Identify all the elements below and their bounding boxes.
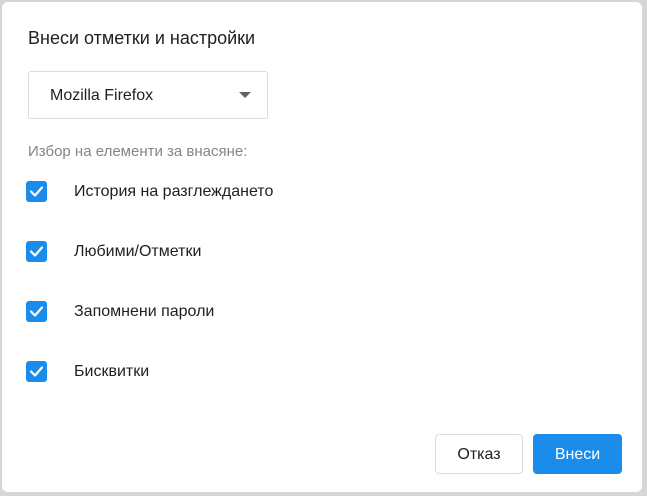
dialog-title: Внеси отметки и настройки [28,28,256,48]
cancel-button[interactable]: Отказ [435,434,523,474]
history-label: История на разглеждането [74,183,274,200]
checkmark-icon [29,186,44,197]
browser-select-value: Mozilla Firefox [50,87,154,104]
cookies-checkbox[interactable] [26,361,47,382]
chevron-down-icon [239,92,251,98]
checkbox-row-cookies[interactable]: Бисквитки [26,361,426,385]
checkbox-row-favorites[interactable]: Любими/Отметки [26,241,426,265]
browser-select[interactable]: Mozilla Firefox [28,71,268,119]
history-checkbox[interactable] [26,181,47,202]
cookies-label: Бисквитки [74,363,150,380]
favorites-checkbox[interactable] [26,241,47,262]
import-button[interactable]: Внеси [533,434,622,474]
checkmark-icon [29,366,44,377]
passwords-label: Запомнени пароли [74,303,215,320]
checkmark-icon [29,306,44,317]
checkbox-row-passwords[interactable]: Запомнени пароли [26,301,426,325]
checkbox-row-history[interactable]: История на разглеждането [26,181,426,205]
favorites-label: Любими/Отметки [74,243,202,260]
checkmark-icon [29,246,44,257]
passwords-checkbox[interactable] [26,301,47,322]
items-section-label: Избор на елементи за внасяне: [28,143,248,160]
import-bookmarks-dialog: Внеси отметки и настройки Mozilla Firefo… [2,2,642,492]
